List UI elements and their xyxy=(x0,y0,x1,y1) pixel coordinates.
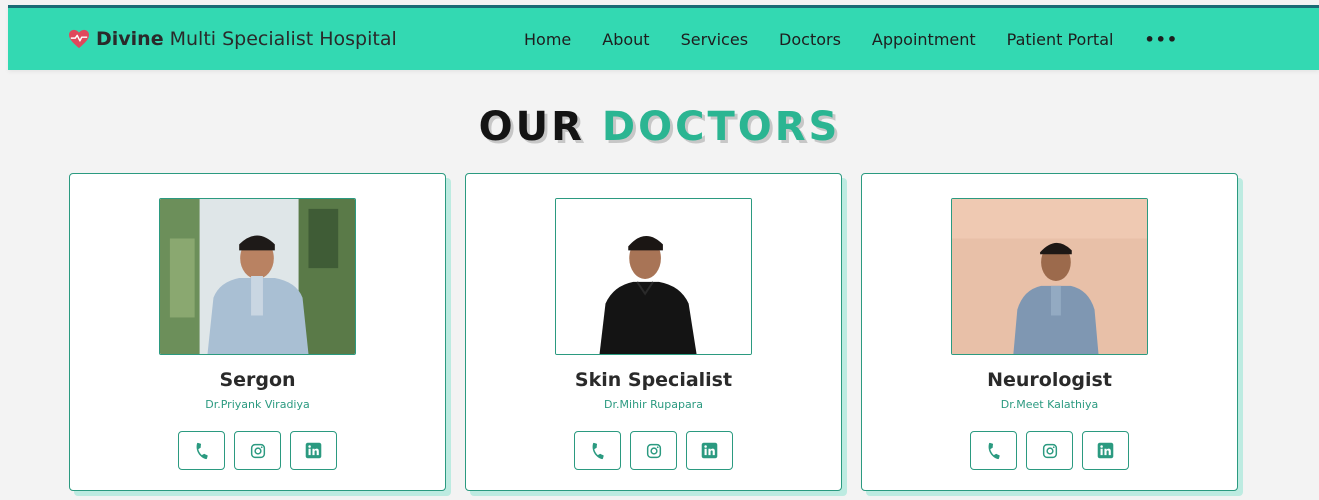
doctor-photo xyxy=(159,198,356,355)
section-title: OUR DOCTORS xyxy=(0,104,1319,150)
phone-icon xyxy=(196,442,208,459)
doctor-name: Dr.Mihir Rupapara xyxy=(604,398,703,411)
social-links xyxy=(862,431,1237,470)
heart-pulse-icon xyxy=(69,29,89,49)
brand-name-strong: Divine xyxy=(96,28,164,50)
nav-services[interactable]: Services xyxy=(681,30,748,49)
doctor-name: Dr.Priyank Viradiya xyxy=(205,398,310,411)
phone-icon xyxy=(592,442,604,459)
linkedin-button[interactable] xyxy=(1082,431,1129,470)
page: Divine Multi Specialist Hospital Home Ab… xyxy=(0,0,1319,500)
nav-appointment[interactable]: Appointment xyxy=(872,30,976,49)
doctor-card: Neurologist Dr.Meet Kalathiya xyxy=(861,173,1238,491)
instagram-button[interactable] xyxy=(1026,431,1073,470)
doctor-specialty: Sergon xyxy=(219,369,296,391)
doctor-card: Sergon Dr.Priyank Viradiya xyxy=(69,173,446,491)
title-part-our: OUR xyxy=(478,104,585,150)
social-links xyxy=(70,431,445,470)
brand-name-rest: Multi Specialist Hospital xyxy=(169,28,397,50)
instagram-button[interactable] xyxy=(630,431,677,470)
doctor-card: Skin Specialist Dr.Mihir Rupapara xyxy=(465,173,842,491)
linkedin-button[interactable] xyxy=(686,431,733,470)
doctor-name: Dr.Meet Kalathiya xyxy=(1000,398,1099,411)
nav-links: Home About Services Doctors Appointment … xyxy=(524,8,1178,70)
linkedin-icon xyxy=(305,442,322,459)
doctor-photo xyxy=(555,198,752,355)
instagram-icon xyxy=(1042,443,1057,458)
doctor-photo-image xyxy=(952,199,1147,354)
linkedin-button[interactable] xyxy=(290,431,337,470)
phone-button[interactable] xyxy=(178,431,225,470)
nav-about[interactable]: About xyxy=(602,30,649,49)
nav-patient-portal[interactable]: Patient Portal xyxy=(1007,30,1114,49)
doctor-specialty: Neurologist xyxy=(987,369,1112,391)
doctor-photo-image xyxy=(160,199,355,354)
social-links xyxy=(466,431,841,470)
doctor-photo xyxy=(951,198,1148,355)
phone-button[interactable] xyxy=(574,431,621,470)
brand-logo[interactable]: Divine Multi Specialist Hospital xyxy=(68,8,397,70)
nav-doctors[interactable]: Doctors xyxy=(779,30,841,49)
nav-home[interactable]: Home xyxy=(524,30,571,49)
instagram-button[interactable] xyxy=(234,431,281,470)
title-part-doctors: DOCTORS xyxy=(601,104,841,150)
more-menu-icon[interactable]: ••• xyxy=(1144,30,1178,49)
instagram-icon xyxy=(250,443,265,458)
doctor-specialty: Skin Specialist xyxy=(574,369,733,391)
top-navbar: Divine Multi Specialist Hospital Home Ab… xyxy=(8,5,1319,70)
instagram-icon xyxy=(646,443,661,458)
phone-button[interactable] xyxy=(970,431,1017,470)
phone-icon xyxy=(988,442,1000,459)
doctor-photo-image xyxy=(556,199,751,354)
linkedin-icon xyxy=(1097,442,1114,459)
linkedin-icon xyxy=(701,442,718,459)
